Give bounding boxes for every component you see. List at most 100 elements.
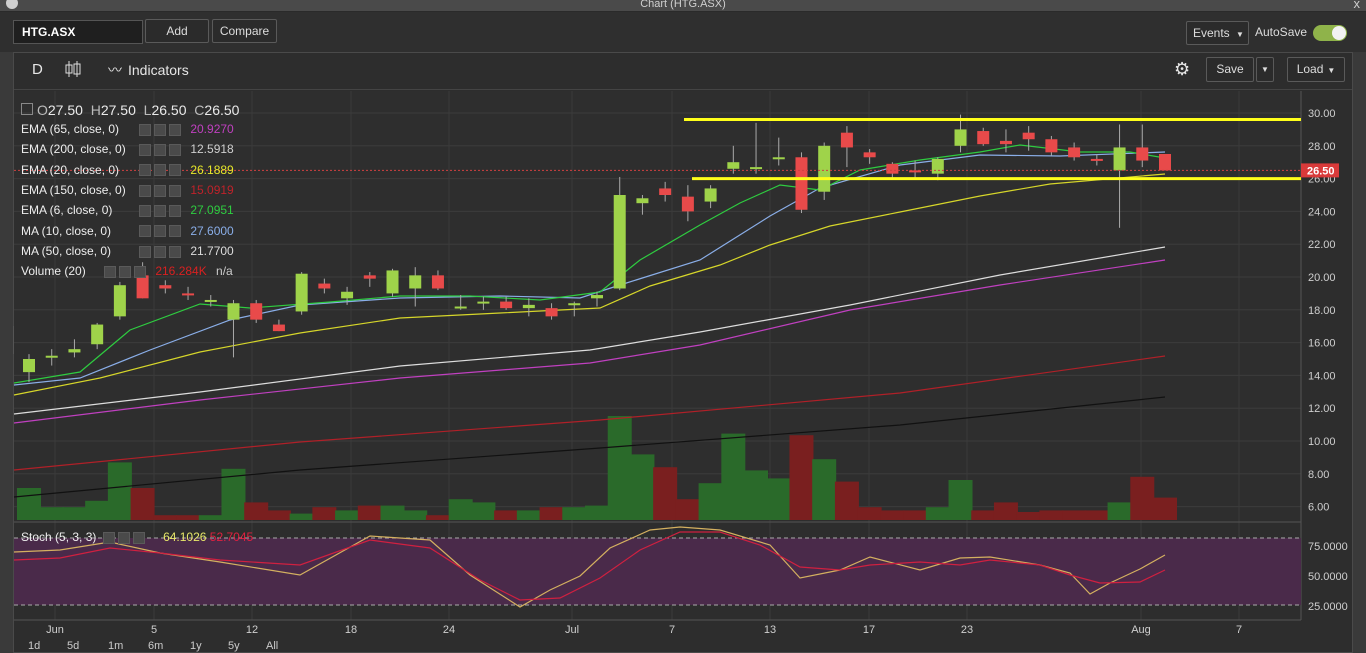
settings-icon[interactable] [154,164,166,177]
price-chart[interactable]: 30.0028.0026.0024.0022.0020.0018.0016.00… [0,0,1366,653]
volume-bar [585,505,609,520]
volume-bar [471,502,496,520]
x-tick-label: 13 [764,624,776,636]
settings-icon[interactable] [154,205,166,218]
volume-bar [812,459,837,520]
candle-body [454,306,467,309]
visibility-icon[interactable] [139,144,151,157]
range-5d-button[interactable]: 5d [67,640,79,652]
y-tick-label: 30.00 [1308,108,1336,120]
x-tick-label: 24 [443,624,455,636]
settings-icon[interactable] [119,265,131,278]
candle-body [568,303,581,306]
volume-bar [880,510,905,520]
remove-icon[interactable] [169,184,181,197]
visibility-icon[interactable] [139,245,151,258]
volume-bar [266,510,291,520]
settings-icon[interactable] [154,144,166,157]
range-all-button[interactable]: All [266,640,278,652]
volume-bar [403,510,428,520]
indicator-legend[interactable]: EMA (200, close, 0) 12.5918 [21,142,234,156]
indicator-legend[interactable]: EMA (20, close, 0) 26.1889 [21,163,234,177]
indicator-name: EMA (20, close, 0) [21,162,120,177]
candle-body [227,303,240,320]
remove-icon[interactable] [169,164,181,177]
volume-bar [562,507,587,520]
range-1d-button[interactable]: 1d [28,640,40,652]
visibility-icon[interactable] [139,205,151,218]
indicator-legend[interactable]: Volume (20) 216.284K n/a [21,264,233,278]
volume-bar [85,500,110,520]
candle-body [159,285,172,289]
volume-bar [539,507,564,520]
indicator-legend[interactable]: MA (10, close, 0) 27.6000 [21,224,234,238]
stoch-name: Stoch (5, 3, 3) [21,530,97,544]
candle-body [136,275,149,299]
visibility-icon[interactable] [104,265,116,278]
volume-bar [925,507,950,520]
settings-icon[interactable] [117,531,130,544]
volume-bar [766,478,791,520]
remove-icon[interactable] [169,225,181,238]
candle-body [1045,139,1058,153]
visibility-icon[interactable] [139,225,151,238]
open-label: O [37,102,48,118]
y-tick-label: 18.00 [1308,305,1336,317]
settings-icon[interactable] [154,123,166,136]
candle-body [477,301,490,304]
range-5y-button[interactable]: 5y [228,640,240,652]
open-value: 27.50 [47,102,83,118]
indicator-name: MA (10, close, 0) [21,223,112,238]
visibility-icon[interactable] [139,123,151,136]
indicator-value: 12.5918 [187,142,234,157]
stoch-legend[interactable]: Stoch (5, 3, 3) 64.1026 52.7045 [21,530,253,544]
remove-icon[interactable] [169,144,181,157]
volume-bar [630,454,655,520]
volume-bar [834,481,859,520]
indicator-legend[interactable]: EMA (6, close, 0) 27.0951 [21,203,234,217]
visibility-icon[interactable] [139,164,151,177]
candle-body [1022,132,1035,140]
remove-icon[interactable] [169,245,181,258]
volume-bar [1016,512,1041,520]
indicator-value: 26.1889 [187,162,234,177]
volume-bar [312,507,337,520]
visibility-icon[interactable] [102,531,115,544]
indicator-name: EMA (150, close, 0) [21,182,126,197]
indicator-name: EMA (65, close, 0) [21,122,120,136]
high-label: H [90,102,101,118]
volume-bar [948,480,973,520]
candle-body [23,359,35,373]
volume-bar [857,507,882,520]
stoch-d-value: 52.7045 [209,530,254,544]
range-1y-button[interactable]: 1y [190,640,202,652]
y-tick-label: 28.00 [1308,141,1336,153]
candle-body [886,163,899,174]
remove-icon[interactable] [169,123,181,136]
indicator-legend[interactable]: EMA (150, close, 0) 15.0919 [21,183,234,197]
range-6m-button[interactable]: 6m [148,640,163,652]
volume-bar [698,483,723,520]
volume-bar [653,467,678,520]
remove-icon[interactable] [132,531,145,544]
visibility-icon[interactable] [139,184,151,197]
candle-body [727,162,740,169]
range-1m-button[interactable]: 1m [108,640,123,652]
settings-icon[interactable] [154,184,166,197]
candle-body [363,275,376,279]
settings-icon[interactable] [154,225,166,238]
remove-icon[interactable] [134,265,146,278]
candle-body [91,324,104,345]
volume-bar [198,515,223,520]
volume-bar [130,488,155,520]
indicator-name: EMA (200, close, 0) [21,142,126,157]
remove-icon[interactable] [169,205,181,218]
indicator-legend[interactable]: EMA (65, close, 0) 20.9270 [21,122,234,136]
candle-body [318,283,331,289]
indicator-legend[interactable]: MA (50, close, 0) 21.7700 [21,244,234,258]
volume-bar [244,502,269,520]
candle-body [500,301,513,309]
x-tick-label: 23 [961,624,973,636]
settings-icon[interactable] [154,245,166,258]
volume-bar [744,470,769,520]
